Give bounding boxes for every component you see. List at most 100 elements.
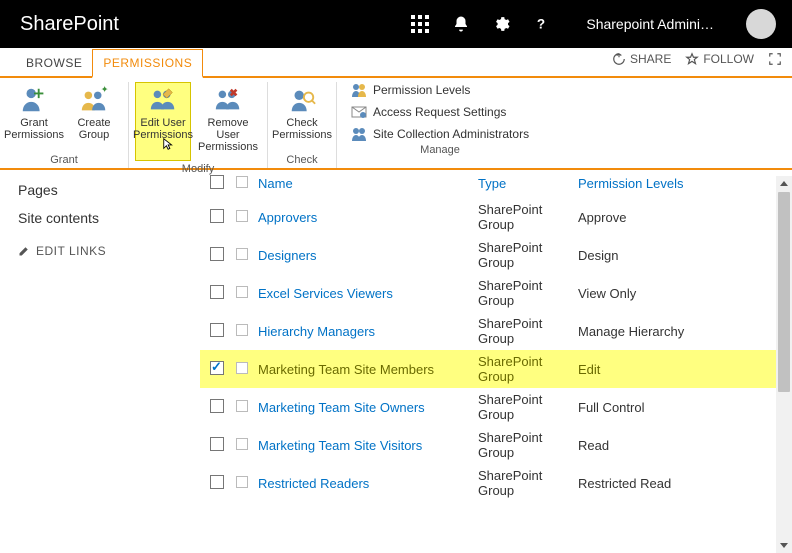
waffle-icon[interactable]: [410, 14, 430, 34]
access-request-settings-button[interactable]: Access Request Settings: [351, 104, 529, 120]
ribbon-group-check: Check Permissions Check: [268, 82, 337, 168]
main: Pages Site contents EDIT LINKS Name Type…: [0, 170, 792, 553]
group-type: SharePoint Group: [478, 468, 578, 498]
permission-levels-button[interactable]: Permission Levels: [351, 82, 529, 98]
scrollbar[interactable]: [776, 176, 792, 553]
col-perm[interactable]: Permission Levels: [578, 176, 748, 191]
create-group-l1: Create: [77, 117, 110, 129]
row-checkbox[interactable]: [210, 209, 224, 223]
col-type[interactable]: Type: [478, 176, 578, 191]
row-checkbox[interactable]: [210, 399, 224, 413]
group-name-link[interactable]: Approvers: [258, 210, 478, 225]
row-item-checkbox[interactable]: [236, 248, 248, 260]
row-item-checkbox[interactable]: [236, 438, 248, 450]
scroll-down-icon[interactable]: [776, 537, 792, 553]
ribbon-group-manage: Permission Levels Access Request Setting…: [337, 82, 543, 168]
group-name-link[interactable]: Designers: [258, 248, 478, 263]
help-icon[interactable]: ?: [532, 15, 550, 33]
scroll-up-icon[interactable]: [776, 176, 792, 192]
remove-user-permissions-button[interactable]: Remove User Permissions: [195, 82, 261, 161]
group-name-link[interactable]: Marketing Team Site Owners: [258, 400, 478, 415]
select-all-checkbox[interactable]: [210, 175, 224, 189]
access-request-settings-label: Access Request Settings: [373, 105, 506, 119]
group-type: SharePoint Group: [478, 392, 578, 422]
left-nav: Pages Site contents EDIT LINKS: [0, 170, 200, 553]
table-row: Hierarchy ManagersSharePoint GroupManage…: [200, 312, 792, 350]
col-name[interactable]: Name: [258, 176, 478, 191]
table-row: Restricted ReadersSharePoint GroupRestri…: [200, 464, 792, 502]
follow-label: FOLLOW: [703, 52, 754, 66]
tab-browse[interactable]: BROWSE: [16, 50, 92, 76]
create-group-button[interactable]: ✦ Create Group: [66, 82, 122, 152]
edit-links-button[interactable]: EDIT LINKS: [18, 244, 200, 258]
group-type: SharePoint Group: [478, 430, 578, 460]
table-row: Marketing Team Site VisitorsSharePoint G…: [200, 426, 792, 464]
ribbon-group-grant: Grant Permissions ✦ Create Group Grant: [0, 82, 129, 168]
scroll-thumb[interactable]: [778, 192, 790, 392]
check-group-label: Check: [286, 152, 317, 168]
table-row: ApproversSharePoint GroupApprove: [200, 198, 792, 236]
group-permission: Edit: [578, 362, 748, 377]
share-button[interactable]: SHARE: [612, 52, 671, 66]
nav-site-contents[interactable]: Site contents: [18, 210, 200, 226]
site-collection-admins-label: Site Collection Administrators: [373, 127, 529, 141]
group-name-link[interactable]: Marketing Team Site Visitors: [258, 438, 478, 453]
header-item-checkbox: [236, 176, 248, 188]
group-permission: Manage Hierarchy: [578, 324, 748, 339]
table-row: DesignersSharePoint GroupDesign: [200, 236, 792, 274]
row-item-checkbox[interactable]: [236, 210, 248, 222]
permissions-list: Name Type Permission Levels ApproversSha…: [200, 170, 792, 553]
site-collection-admins-button[interactable]: Site Collection Administrators: [351, 126, 529, 142]
tab-permissions[interactable]: PERMISSIONS: [92, 49, 203, 78]
row-checkbox[interactable]: [210, 323, 224, 337]
group-permission: Full Control: [578, 400, 748, 415]
list-header: Name Type Permission Levels: [200, 170, 792, 198]
row-item-checkbox[interactable]: [236, 400, 248, 412]
row-item-checkbox[interactable]: [236, 476, 248, 488]
top-bar: SharePoint ? Sharepoint Admini…: [0, 0, 792, 48]
group-permission: Restricted Read: [578, 476, 748, 491]
edit-user-l2: Permissions: [133, 129, 193, 160]
group-type: SharePoint Group: [478, 354, 578, 384]
grant-perm-l2: Permissions: [4, 129, 64, 141]
grant-permissions-button[interactable]: Grant Permissions: [6, 82, 62, 152]
grant-perm-l1: Grant: [20, 117, 48, 129]
focus-icon[interactable]: [768, 52, 782, 66]
nav-pages[interactable]: Pages: [18, 182, 200, 198]
edit-user-permissions-button[interactable]: Edit User Permissions: [135, 82, 191, 161]
group-name-link[interactable]: Hierarchy Managers: [258, 324, 478, 339]
table-row: Marketing Team Site MembersSharePoint Gr…: [200, 350, 792, 388]
group-name-link[interactable]: Restricted Readers: [258, 476, 478, 491]
check-perm-l1: Check: [286, 117, 317, 129]
row-checkbox[interactable]: [210, 285, 224, 299]
permission-levels-label: Permission Levels: [373, 83, 470, 97]
bell-icon[interactable]: [452, 15, 470, 33]
avatar[interactable]: [746, 9, 776, 39]
row-item-checkbox[interactable]: [236, 324, 248, 336]
group-type: SharePoint Group: [478, 202, 578, 232]
group-name-link[interactable]: Excel Services Viewers: [258, 286, 478, 301]
row-checkbox[interactable]: [210, 475, 224, 489]
row-item-checkbox[interactable]: [236, 286, 248, 298]
row-checkbox[interactable]: [210, 437, 224, 451]
group-name-link[interactable]: Marketing Team Site Members: [258, 362, 478, 377]
topbar-icons: ? Sharepoint Admini…: [410, 9, 776, 39]
pencil-icon: [18, 245, 30, 257]
gear-icon[interactable]: [492, 15, 510, 33]
strip-actions: SHARE FOLLOW: [612, 52, 782, 66]
manage-group-label: Manage: [420, 142, 460, 158]
check-permissions-button[interactable]: Check Permissions: [274, 82, 330, 152]
share-label: SHARE: [630, 52, 671, 66]
grant-group-label: Grant: [50, 152, 78, 168]
follow-button[interactable]: FOLLOW: [685, 52, 754, 66]
row-checkbox[interactable]: [210, 361, 224, 375]
group-permission: Design: [578, 248, 748, 263]
group-type: SharePoint Group: [478, 316, 578, 346]
group-permission: Approve: [578, 210, 748, 225]
row-checkbox[interactable]: [210, 247, 224, 261]
row-item-checkbox[interactable]: [236, 362, 248, 374]
group-permission: Read: [578, 438, 748, 453]
svg-text:?: ?: [537, 17, 545, 32]
check-perm-l2: Permissions: [272, 129, 332, 141]
current-user[interactable]: Sharepoint Admini…: [586, 16, 714, 32]
